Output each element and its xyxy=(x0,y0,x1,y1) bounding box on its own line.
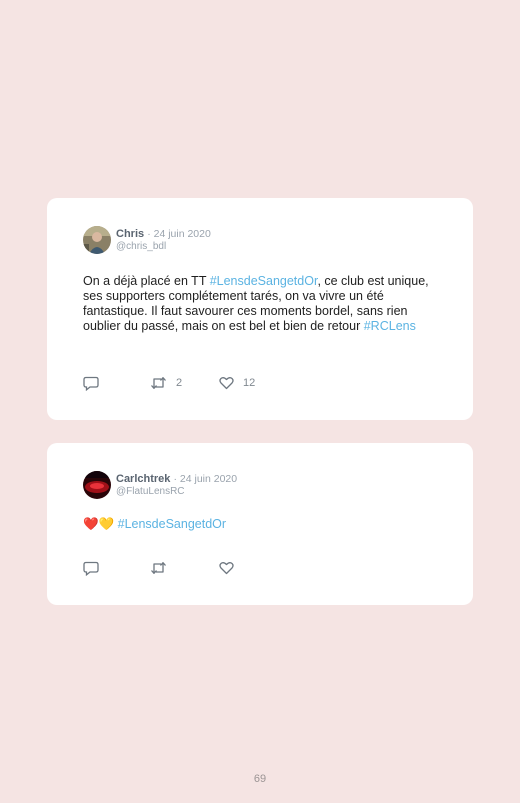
reply-button[interactable] xyxy=(83,560,99,576)
reply-icon xyxy=(83,376,99,391)
avatar[interactable] xyxy=(83,226,111,254)
retweet-button[interactable] xyxy=(150,560,167,576)
tweet-text: ❤️💛 #LensdeSangetdOr xyxy=(83,517,435,532)
hashtag-link[interactable]: #LensdeSangetdOr xyxy=(118,517,226,531)
tweet-card: Carlchtrek · 24 juin 2020 @FlatuLensRC ❤… xyxy=(47,443,473,605)
hashtag-link[interactable]: #RCLens xyxy=(364,319,416,333)
tweet-date: · 24 juin 2020 xyxy=(173,473,238,485)
tweet-text-part: On a déjà placé en TT xyxy=(83,274,210,288)
heart-icon xyxy=(219,562,234,575)
page-number: 69 xyxy=(253,773,267,785)
author-line: Chris · 24 juin 2020 xyxy=(116,228,211,240)
tweet-card: Chris · 24 juin 2020 @chris_bdl On a déj… xyxy=(47,198,473,420)
retweet-count: 2 xyxy=(176,377,183,389)
reply-button[interactable] xyxy=(83,375,99,391)
reply-icon xyxy=(83,561,99,576)
retweet-icon xyxy=(151,377,166,389)
heart-icon xyxy=(219,377,234,390)
author-handle[interactable]: @FlatuLensRC xyxy=(116,486,185,497)
tweet-date: · 24 juin 2020 xyxy=(147,228,211,240)
retweet-button[interactable]: 2 xyxy=(150,375,182,391)
like-button[interactable] xyxy=(219,560,234,576)
author-line: Carlchtrek · 24 juin 2020 xyxy=(116,473,237,485)
tweet-actions: 2 12 xyxy=(83,375,443,391)
author-name[interactable]: Chris xyxy=(116,228,144,240)
avatar[interactable] xyxy=(83,471,111,499)
author-handle[interactable]: @chris_bdl xyxy=(116,241,166,252)
like-count: 12 xyxy=(243,377,256,389)
retweet-icon xyxy=(151,562,166,574)
like-button[interactable]: 12 xyxy=(219,375,255,391)
author-name[interactable]: Carlchtrek xyxy=(116,473,170,485)
heart-emojis: ❤️💛 xyxy=(83,517,115,531)
tweet-text: On a déjà placé en TT #LensdeSangetdOr, … xyxy=(83,274,435,334)
hashtag-link[interactable]: #LensdeSangetdOr xyxy=(210,274,318,288)
tweet-actions xyxy=(83,560,443,576)
